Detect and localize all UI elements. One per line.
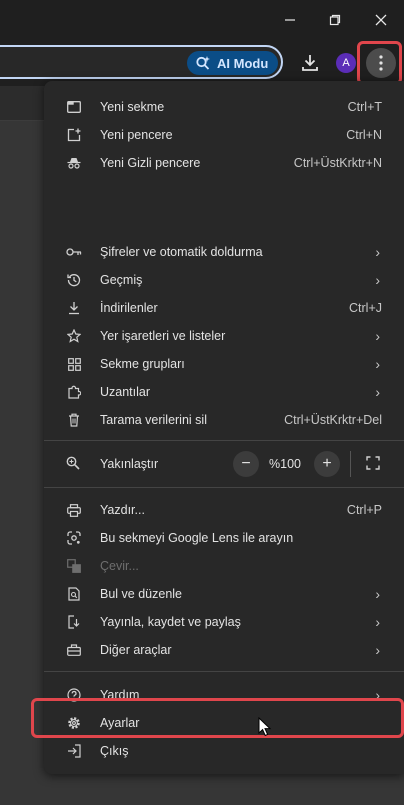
menu-item-label: Yeni Gizli pencere [100,156,201,170]
chevron-right-icon: › [375,642,380,658]
menu-item-label: Çıkış [100,744,129,758]
printer-icon [66,502,82,518]
zoom-value: %100 [269,457,301,471]
shortcut-label: Ctrl+N [346,128,382,142]
menu-item-label: Çevir... [100,559,139,573]
zoom-in-button[interactable]: + [314,451,340,477]
shortcut-label: Ctrl+ÜstKrktr+N [293,156,382,170]
menu-item-label: Yayınla, kaydet ve paylaş [100,615,241,629]
menu-item-new-tab[interactable]: Yeni sekme Ctrl+T [44,93,404,121]
menu-item-bookmarks[interactable]: Yer işaretleri ve listeler › [44,322,404,350]
menu-divider [44,487,404,488]
profile-avatar[interactable]: A [336,53,356,73]
menu-divider [44,671,404,672]
puzzle-icon [66,384,82,400]
zoom-out-button[interactable]: − [233,451,259,477]
close-window-button[interactable] [366,6,396,34]
history-icon [66,272,82,288]
toolbox-icon [66,642,82,658]
minimize-button[interactable] [275,6,305,34]
menu-item-find-edit[interactable]: Bul ve düzenle › [44,580,404,608]
menu-item-label: Uzantılar [100,385,151,399]
zoom-icon [66,456,80,475]
menu-item-downloads[interactable]: İndirilenler Ctrl+J [44,294,404,322]
mouse-cursor-icon [258,716,272,742]
menu-item-label: Sekme grupları [100,357,185,371]
menu-item-tab-groups[interactable]: Sekme grupları › [44,350,404,378]
menu-item-label: Şifreler ve otomatik doldurma [100,245,263,259]
chevron-right-icon: › [375,272,380,288]
shortcut-label: Ctrl+ÜstKrktr+Del [284,413,382,427]
close-icon [375,14,387,26]
restore-button[interactable] [320,6,350,34]
star-icon [66,328,82,344]
ai-mode-button[interactable]: AI Modu [187,51,278,75]
google-lens-icon [66,530,82,546]
menu-item-more-tools[interactable]: Diğer araçlar › [44,636,404,664]
menu-button-highlight [357,41,402,85]
chrome-main-menu: Yeni sekme Ctrl+T Yeni pencere Ctrl+N Ye… [44,81,404,774]
zoom-divider [350,451,351,477]
ai-search-icon [196,56,210,70]
menu-item-history[interactable]: Geçmiş › [44,266,404,294]
menu-item-label: Tarama verilerini sil [100,413,207,427]
fullscreen-icon [366,456,380,470]
menu-item-label: Yer işaretleri ve listeler [100,329,226,343]
chevron-right-icon: › [375,614,380,630]
chevron-right-icon: › [375,384,380,400]
menu-item-label: Yazdır... [100,503,145,517]
translate-icon [66,558,82,574]
menu-item-label: Yeni pencere [100,128,173,142]
new-tab-icon [66,99,82,115]
chevron-right-icon: › [375,328,380,344]
menu-item-print[interactable]: Yazdır... Ctrl+P [44,496,404,524]
tab-groups-icon [66,356,82,372]
menu-item-passwords[interactable]: Şifreler ve otomatik doldurma › [44,238,404,266]
ai-mode-label: AI Modu [217,55,269,71]
menu-item-label: Bu sekmeyi Google Lens ile arayın [100,531,294,545]
menu-item-label: Diğer araçlar [100,643,172,657]
download-icon [302,55,318,71]
menu-item-clear-data[interactable]: Tarama verilerini sil Ctrl+ÜstKrktr+Del [44,406,404,434]
save-share-icon [66,614,82,630]
menu-item-google-lens[interactable]: Bu sekmeyi Google Lens ile arayın [44,524,404,552]
title-bar [0,0,404,40]
shortcut-label: Ctrl+P [346,503,382,517]
restore-icon [329,14,341,26]
incognito-icon [66,155,82,171]
menu-item-label: İndirilenler [100,301,158,315]
menu-item-cast-save-share[interactable]: Yayınla, kaydet ve paylaş › [44,608,404,636]
menu-item-label: Geçmiş [100,273,143,287]
exit-icon [66,743,82,759]
minimize-icon [285,19,295,21]
key-icon [66,244,82,260]
menu-item-new-window[interactable]: Yeni pencere Ctrl+N [44,121,404,149]
settings-highlight [31,698,404,738]
menu-item-translate: Çevir... [44,552,404,580]
menu-item-label: Yeni sekme [100,100,165,114]
menu-item-label: Bul ve düzenle [100,587,183,601]
chevron-right-icon: › [375,586,380,602]
chevron-right-icon: › [375,356,380,372]
fullscreen-button[interactable] [366,456,382,472]
shortcut-label: Ctrl+J [349,301,382,315]
shortcut-label: Ctrl+T [347,100,382,114]
find-page-icon [66,586,82,602]
new-window-icon [66,127,82,143]
menu-item-zoom: Yakınlaştır − %100 + [44,448,404,480]
zoom-label: Yakınlaştır [100,457,159,471]
download-icon [66,300,82,316]
trash-icon [66,412,82,428]
menu-item-exit[interactable]: Çıkış [44,737,404,765]
menu-item-extensions[interactable]: Uzantılar › [44,378,404,406]
downloads-button[interactable] [299,52,321,74]
chevron-right-icon: › [375,244,380,260]
menu-divider [44,440,404,441]
menu-item-new-incognito[interactable]: Yeni Gizli pencere Ctrl+ÜstKrktr+N [44,149,404,177]
